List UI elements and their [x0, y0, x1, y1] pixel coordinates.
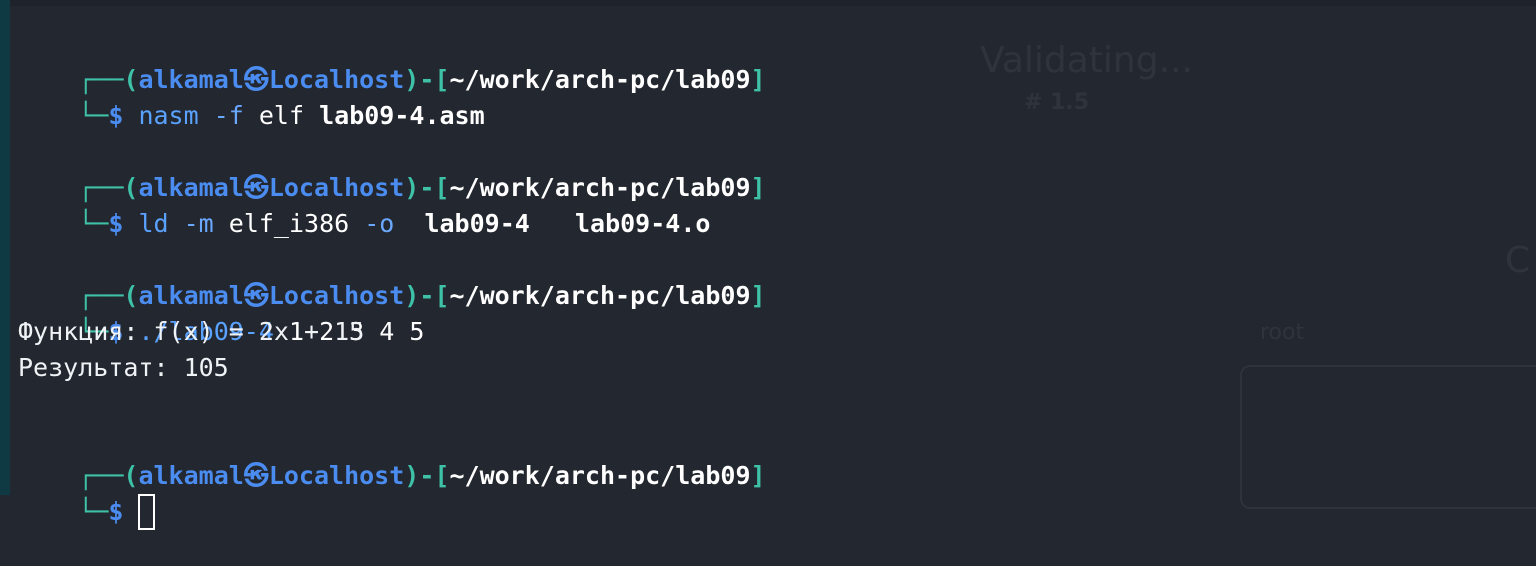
text-cursor	[138, 494, 156, 530]
output-line-2: Результат: 105	[18, 353, 229, 382]
prompt-header-2: ┌──(alkamal㉿Localhost)-[~/work/arch-pc/l…	[78, 173, 766, 202]
prompt-header-3: ┌──(alkamal㉿Localhost)-[~/work/arch-pc/l…	[78, 281, 766, 310]
command-name: ld	[138, 209, 169, 238]
terminal-window[interactable]: ┌──(alkamal㉿Localhost)-[~/work/arch-pc/l…	[18, 26, 1536, 530]
command-line-2: └─$ ld -m elf_i386 -o lab09-4 lab09-4.o	[78, 209, 711, 238]
window-top-border	[0, 0, 1536, 6]
command-line-3: └─$ ./lab09-4 1 2 3 4 5	[78, 317, 425, 346]
command-name: nasm	[138, 101, 199, 130]
prompt-header-4: ┌──(alkamal㉿Localhost)-[~/work/arch-pc/l…	[78, 461, 766, 490]
prompt-header-1: ┌──(alkamal㉿Localhost)-[~/work/arch-pc/l…	[78, 65, 766, 94]
output-line-1: Функция: f(x) = 2x + 15	[18, 317, 365, 346]
window-left-border	[0, 0, 10, 495]
command-line-1: └─$ nasm -f elf lab09-4.asm	[78, 101, 485, 130]
command-line-4[interactable]: └─$	[18, 458, 156, 530]
